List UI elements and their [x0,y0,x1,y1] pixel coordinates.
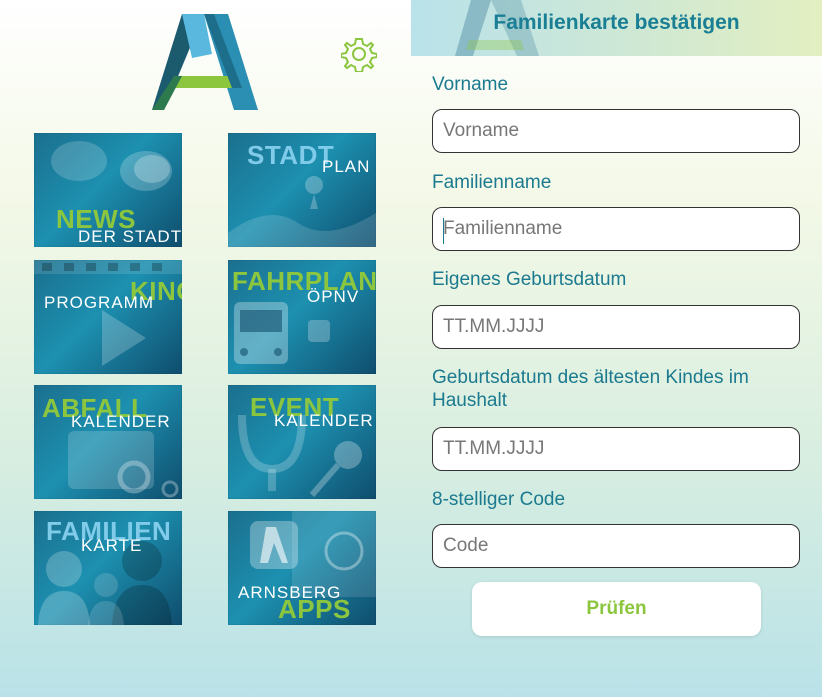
tile-fahrplan-subtitle: ÖPNV [307,287,360,306]
code-label: 8-stelliger Code [432,489,566,510]
vorname-label: Vorname [432,74,509,95]
geburtsdatum-label: Eigenes Geburtsdatum [432,269,627,290]
tile-familien[interactable]: FAMILIEN KARTE [34,511,182,625]
arnsberg-logo [152,14,258,110]
app-menu-panel: NEWS DER STADT STADT PLAN KINO PROGRAMM [0,0,411,697]
tile-apps-title: APPS [278,594,351,624]
familienname-label: Familienname [432,172,552,193]
tile-familien-subtitle: KARTE [81,536,143,555]
form-title: Familienkarte bestätigen [493,11,740,34]
tile-kino-subtitle: PROGRAMM [44,293,154,312]
tile-news-subtitle: DER STADT [78,227,182,246]
tile-abfall-subtitle: KALENDER [71,412,171,431]
tile-apps[interactable]: ARNSBERG APPS [228,511,376,625]
tile-abfall[interactable]: ABFALL KALENDER [34,385,182,499]
text-cursor [443,218,444,244]
kind-geburtsdatum-input[interactable] [432,427,800,471]
kind-geburtsdatum-label: Geburtsdatum des ältesten Kindes im Haus… [432,367,749,411]
familienkarte-form-panel: Familienkarte bestätigen Vorname Familie… [411,0,822,697]
tile-stadtplan[interactable]: STADT PLAN [228,133,376,247]
geburtsdatum-input[interactable] [432,305,800,349]
familienname-input[interactable] [432,207,800,251]
tile-news[interactable]: NEWS DER STADT [34,133,182,247]
tile-event-subtitle: KALENDER [274,411,374,430]
form-header: Familienkarte bestätigen [411,0,822,56]
code-input[interactable] [432,524,800,568]
tile-fahrplan[interactable]: FAHRPLAN ÖPNV [228,260,376,374]
tile-event[interactable]: EVENT KALENDER [228,385,376,499]
vorname-input[interactable] [432,109,800,153]
gear-icon[interactable] [341,36,377,72]
tile-kino[interactable]: KINO PROGRAMM [34,260,182,374]
pruefen-button[interactable]: Prüfen [472,582,761,636]
tile-stadtplan-subtitle: PLAN [322,157,371,176]
